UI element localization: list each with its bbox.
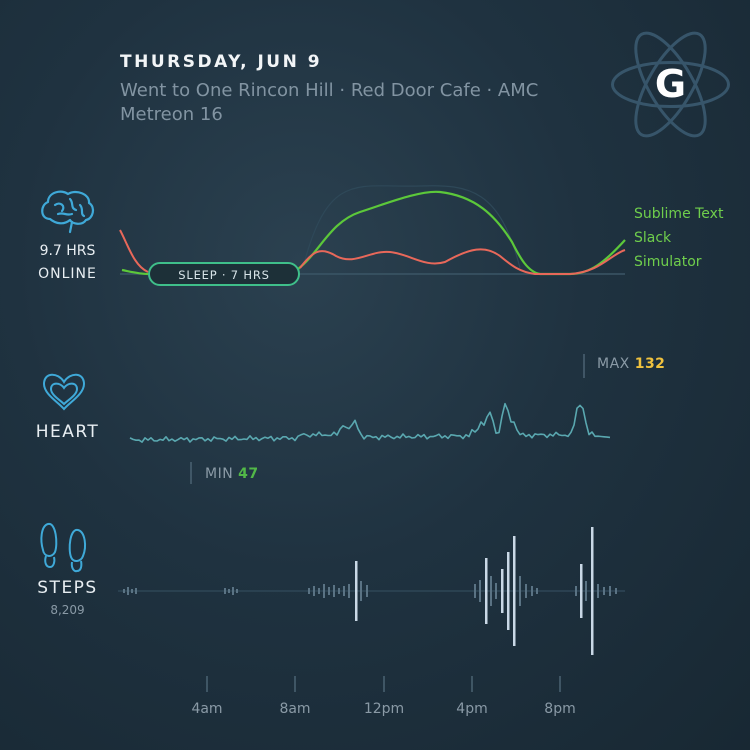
heart-min-label: MIN bbox=[205, 466, 234, 482]
steps-bar bbox=[485, 558, 488, 624]
tick-label-12pm: 12pm bbox=[363, 701, 405, 717]
steps-bar bbox=[348, 584, 350, 598]
steps-bar bbox=[131, 589, 133, 593]
steps-bar bbox=[123, 589, 125, 593]
steps-bar bbox=[609, 586, 611, 596]
steps-bar bbox=[597, 584, 599, 598]
heart-rate-line bbox=[129, 402, 611, 443]
footprints-icon bbox=[40, 523, 87, 573]
sublime-text-curve bbox=[121, 190, 626, 276]
steps-bar bbox=[575, 586, 577, 596]
steps-bar bbox=[479, 580, 481, 602]
heart-max-label: MAX bbox=[597, 356, 630, 372]
steps-bar bbox=[603, 587, 605, 595]
tick-label-8am: 8am bbox=[279, 701, 311, 717]
tick-label-4pm: 4pm bbox=[456, 701, 488, 717]
steps-bar bbox=[333, 585, 335, 597]
heart-icon bbox=[42, 373, 86, 411]
steps-bar bbox=[490, 576, 492, 606]
steps-bar bbox=[519, 576, 521, 606]
steps-count: 8,209 bbox=[50, 603, 85, 617]
steps-bar bbox=[525, 584, 527, 598]
tick-label-8pm: 8pm bbox=[544, 701, 576, 717]
steps-bar bbox=[224, 588, 226, 594]
steps-bar bbox=[507, 552, 510, 630]
steps-bar bbox=[313, 586, 315, 596]
online-hours: 9.7 HRS bbox=[39, 243, 96, 259]
steps-bar bbox=[531, 586, 533, 596]
timeline-ticks bbox=[206, 676, 561, 692]
heart-max-value: 132 bbox=[634, 356, 666, 372]
steps-bar bbox=[585, 581, 587, 601]
heart-max: MAX 132 bbox=[597, 356, 665, 372]
steps-bar bbox=[474, 584, 476, 598]
steps-bar bbox=[236, 589, 238, 593]
heart-min: MIN 47 bbox=[205, 466, 259, 482]
steps-bar bbox=[501, 569, 504, 613]
steps-bar bbox=[343, 586, 345, 596]
steps-bar bbox=[536, 588, 538, 594]
steps-bar bbox=[355, 561, 358, 621]
legend-slack[interactable]: Slack bbox=[634, 230, 671, 246]
steps-bar bbox=[360, 581, 362, 601]
steps-bar bbox=[591, 527, 594, 655]
steps-bar bbox=[135, 588, 137, 594]
steps-label: STEPS bbox=[37, 578, 98, 598]
steps-bar bbox=[366, 585, 368, 597]
steps-bar bbox=[513, 536, 516, 646]
steps-bar bbox=[323, 584, 325, 598]
steps-bar bbox=[615, 588, 617, 594]
timeline-canvas: SLEEP · 7 HRS bbox=[40, 185, 626, 692]
heart-label: HEART bbox=[35, 422, 100, 442]
steps-bar bbox=[580, 564, 583, 618]
steps-bar bbox=[318, 588, 320, 594]
legend-simulator[interactable]: Simulator bbox=[634, 254, 702, 270]
heart-min-value: 47 bbox=[238, 466, 259, 482]
legend-sublime-text[interactable]: Sublime Text bbox=[634, 206, 723, 222]
online-label: ONLINE bbox=[38, 266, 97, 282]
sleep-badge-label: SLEEP · 7 HRS bbox=[178, 268, 269, 282]
steps-bar bbox=[338, 588, 340, 594]
steps-bar bbox=[328, 587, 330, 595]
brain-icon bbox=[41, 190, 95, 234]
steps-bar bbox=[127, 587, 129, 595]
tick-label-4am: 4am bbox=[191, 701, 223, 717]
steps-bar bbox=[228, 589, 230, 593]
steps-bar bbox=[232, 587, 234, 595]
steps-bar bbox=[308, 588, 310, 594]
steps-bar bbox=[495, 583, 497, 599]
